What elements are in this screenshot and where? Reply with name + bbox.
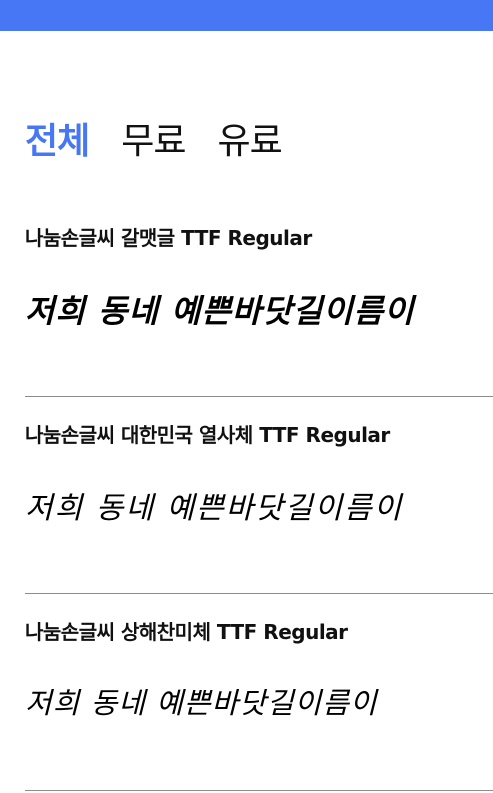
tab-paid[interactable]: 유료 (218, 112, 283, 164)
font-name: 나눔손글씨 대한민국 열사체 TTF Regular (25, 423, 390, 447)
tab-all[interactable]: 전체 (25, 112, 90, 164)
font-list: 나눔손글씨 갈맷글 TTF Regular 저희 동네 예쁜바닷길이름이 나눔손… (0, 200, 493, 791)
list-item[interactable]: 나눔손글씨 상해찬미체 TTF Regular 저희 동네 예쁜바닷길이름이 (25, 594, 493, 791)
tab-free[interactable]: 무료 (121, 112, 186, 164)
list-item[interactable]: 나눔손글씨 대한민국 열사체 TTF Regular 저희 동네 예쁜바닷길이름… (25, 397, 493, 594)
top-bar (0, 0, 493, 31)
font-sample: 저희 동네 예쁜바닷길이름이 (25, 686, 378, 720)
font-sample: 저희 동네 예쁜바닷길이름이 (25, 491, 404, 526)
font-name: 나눔손글씨 상해찬미체 TTF Regular (25, 620, 348, 644)
list-item[interactable]: 나눔손글씨 갈맷글 TTF Regular 저희 동네 예쁜바닷길이름이 (25, 200, 493, 397)
filter-tabs: 전체 무료 유료 (25, 112, 283, 164)
font-sample: 저희 동네 예쁜바닷길이름이 (25, 292, 415, 330)
font-name: 나눔손글씨 갈맷글 TTF Regular (25, 226, 312, 250)
